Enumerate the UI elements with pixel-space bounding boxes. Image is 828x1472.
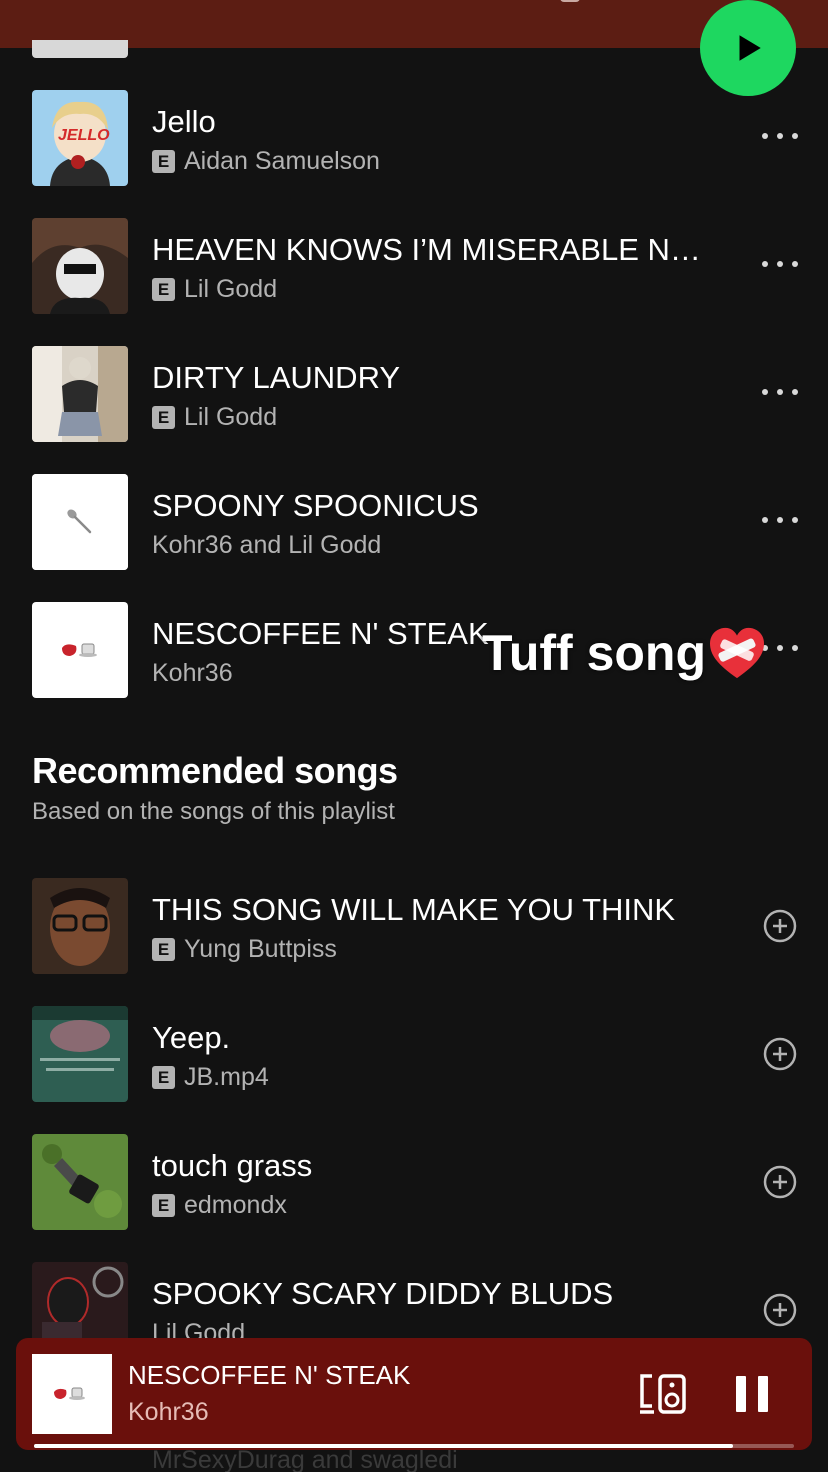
more-options-icon[interactable] bbox=[762, 126, 798, 146]
previous-track-art bbox=[32, 40, 128, 58]
play-icon bbox=[739, 35, 761, 61]
album-art bbox=[32, 474, 128, 570]
track-subtitle: E JB.mp4 bbox=[152, 1063, 269, 1092]
recommended-track-row[interactable]: Yeep. E JB.mp4 bbox=[0, 1006, 828, 1102]
more-options-icon[interactable] bbox=[762, 638, 798, 658]
now-playing-artist: Kohr36 bbox=[128, 1398, 209, 1426]
mending-heart-icon bbox=[710, 627, 764, 679]
playback-progress[interactable] bbox=[34, 1444, 794, 1448]
album-art bbox=[32, 218, 128, 314]
explicit-badge: E bbox=[152, 406, 175, 429]
track-subtitle: E Yung Buttpiss bbox=[152, 935, 337, 964]
play-button[interactable] bbox=[700, 0, 796, 96]
album-art bbox=[32, 1134, 128, 1230]
track-artist: Lil Godd bbox=[184, 403, 278, 431]
track-title: Jello bbox=[152, 104, 216, 139]
mini-player[interactable]: NESCOFFEE N' STEAK Kohr36 bbox=[16, 1338, 812, 1450]
album-art bbox=[32, 602, 128, 698]
add-icon[interactable] bbox=[762, 1292, 798, 1328]
track-subtitle: E edmondx bbox=[152, 1191, 287, 1220]
recommended-track-row[interactable]: THIS SONG WILL MAKE YOU THINK E Yung But… bbox=[0, 878, 828, 974]
track-title: NESCOFFEE N' STEAK bbox=[152, 616, 489, 651]
track-artist: Yung Buttpiss bbox=[184, 935, 337, 963]
now-playing-art bbox=[32, 1354, 112, 1434]
album-art bbox=[32, 878, 128, 974]
more-options-icon[interactable] bbox=[762, 510, 798, 530]
track-subtitle: Kohr36 bbox=[152, 659, 233, 688]
track-title: HEAVEN KNOWS I’M MISERABLE NO… bbox=[152, 232, 722, 267]
track-artist: JB.mp4 bbox=[184, 1063, 269, 1091]
explicit-badge: E bbox=[152, 938, 175, 961]
album-art bbox=[32, 346, 128, 442]
track-title: touch grass bbox=[152, 1148, 313, 1183]
header-title-fragment bbox=[560, 0, 580, 2]
more-options-icon[interactable] bbox=[762, 382, 798, 402]
now-playing-title: NESCOFFEE N' STEAK bbox=[128, 1360, 411, 1390]
svg-text:JELLO: JELLO bbox=[58, 127, 110, 144]
track-row[interactable]: SPOONY SPOONICUS Kohr36 and Lil Godd bbox=[0, 474, 828, 570]
sticker-text: Tuff song bbox=[482, 625, 706, 681]
album-art: JELLO bbox=[32, 90, 128, 186]
explicit-badge: E bbox=[152, 1194, 175, 1217]
track-title: SPOOKY SCARY DIDDY BLUDS bbox=[152, 1276, 614, 1311]
track-title: DIRTY LAUNDRY bbox=[152, 360, 401, 395]
track-subtitle: E Lil Godd bbox=[152, 275, 277, 304]
track-subtitle: E Aidan Samuelson bbox=[152, 147, 380, 176]
more-options-icon[interactable] bbox=[762, 254, 798, 274]
track-artist: edmondx bbox=[184, 1191, 287, 1219]
explicit-badge: E bbox=[152, 150, 175, 173]
explicit-badge: E bbox=[152, 1066, 175, 1089]
track-row[interactable]: HEAVEN KNOWS I’M MISERABLE NO… E Lil God… bbox=[0, 218, 828, 314]
add-icon[interactable] bbox=[762, 908, 798, 944]
album-art bbox=[32, 1006, 128, 1102]
devices-icon[interactable] bbox=[638, 1372, 688, 1416]
track-subtitle: Kohr36 and Lil Godd bbox=[152, 531, 381, 560]
explicit-badge: E bbox=[152, 278, 175, 301]
playback-progress-fill bbox=[34, 1444, 734, 1448]
track-artist: Kohr36 bbox=[152, 659, 233, 687]
track-artist: Kohr36 and Lil Godd bbox=[152, 531, 382, 559]
section-title: Recommended songs bbox=[32, 750, 398, 791]
track-artist: Aidan Samuelson bbox=[184, 147, 380, 175]
pause-icon[interactable] bbox=[736, 1376, 768, 1412]
section-subtitle: Based on the songs of this playlist bbox=[32, 798, 395, 825]
track-title: THIS SONG WILL MAKE YOU THINK bbox=[152, 892, 676, 927]
add-icon[interactable] bbox=[762, 1036, 798, 1072]
track-artist: Lil Godd bbox=[184, 275, 278, 303]
tuff-song-sticker: Tuff song bbox=[482, 624, 766, 682]
add-icon[interactable] bbox=[762, 1164, 798, 1200]
track-row[interactable]: DIRTY LAUNDRY E Lil Godd bbox=[0, 346, 828, 442]
track-title: Yeep. bbox=[152, 1020, 231, 1055]
track-row[interactable]: JELLO Jello E Aidan Samuelson bbox=[0, 90, 828, 186]
track-subtitle: E Lil Godd bbox=[152, 403, 277, 432]
recommended-track-row[interactable]: touch grass E edmondx bbox=[0, 1134, 828, 1230]
track-title: SPOONY SPOONICUS bbox=[152, 488, 479, 523]
